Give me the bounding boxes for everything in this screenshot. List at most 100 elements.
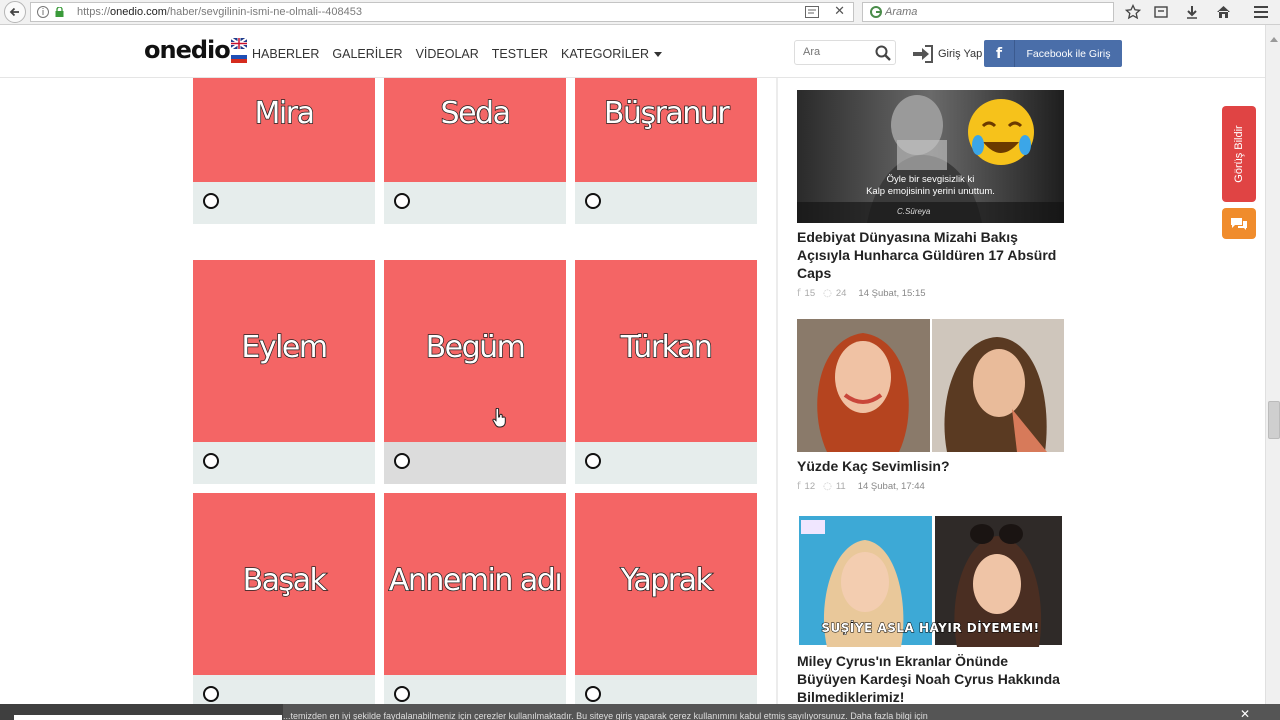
cookie-bar-input-strip bbox=[14, 715, 282, 720]
library-icon[interactable] bbox=[1152, 3, 1170, 21]
cookie-notice-text: ...temizden en iyi şekilde faydalanabilm… bbox=[283, 711, 928, 720]
article-title[interactable]: Yüzde Kaç Sevimlisin? bbox=[797, 457, 1064, 475]
option-tile[interactable]: Annemin adı bbox=[384, 493, 566, 675]
radio-button[interactable] bbox=[585, 453, 601, 469]
scroll-up-arrow-icon[interactable] bbox=[1270, 37, 1278, 42]
article-thumbnail[interactable]: Öyle bir sevgisizlik ki Kalp emojisinin … bbox=[797, 90, 1064, 223]
article-date: 14 Şubat, 17:44 bbox=[857, 481, 925, 492]
option-tile[interactable]: Mira bbox=[193, 78, 375, 182]
article-meta: f 15 ◌ 24 14 Şubat, 15:15 bbox=[797, 288, 1064, 299]
bookmark-star-icon[interactable] bbox=[1124, 3, 1142, 21]
article-title[interactable]: Edebiyat Dünyasına Mizahi Bakış Açısıyla… bbox=[797, 228, 1064, 282]
nav-item-haberler[interactable]: HABERLER bbox=[252, 47, 319, 61]
main-nav: HABERLER GALERİLER VİDEOLAR TESTLER KATE… bbox=[252, 47, 675, 61]
option-select-row[interactable] bbox=[384, 442, 566, 484]
lock-icon bbox=[55, 7, 64, 17]
site-logo[interactable]: onedio bbox=[144, 36, 231, 64]
quiz-option[interactable]: Begüm bbox=[384, 260, 566, 484]
option-tile[interactable]: Büşranur bbox=[575, 78, 757, 182]
facebook-share-icon[interactable]: f bbox=[797, 288, 801, 299]
radio-button[interactable] bbox=[203, 686, 219, 702]
portrait-photos-image bbox=[797, 319, 1064, 452]
facebook-share-count: 15 bbox=[804, 288, 816, 299]
scrollbar-thumb[interactable] bbox=[1268, 401, 1280, 439]
back-arrow-icon[interactable] bbox=[4, 1, 26, 23]
option-select-row[interactable] bbox=[575, 182, 757, 224]
radio-button[interactable] bbox=[203, 193, 219, 209]
sidebar-article[interactable]: Öyle bir sevgisizlik ki Kalp emojisinin … bbox=[797, 90, 1064, 299]
radio-button[interactable] bbox=[394, 193, 410, 209]
cookie-notice-bar: ...temizden en iyi şekilde faydalanabilm… bbox=[0, 704, 1280, 720]
article-date: 14 Şubat, 15:15 bbox=[858, 288, 926, 299]
nav-item-videolar[interactable]: VİDEOLAR bbox=[416, 47, 479, 61]
quiz-option[interactable]: Başak bbox=[193, 493, 375, 704]
option-select-row[interactable] bbox=[384, 182, 566, 224]
quiz-option[interactable]: Annemin adı bbox=[384, 493, 566, 704]
caption-signature: C.Süreya bbox=[897, 207, 931, 216]
article-thumbnail[interactable] bbox=[797, 319, 1064, 452]
caption-line-2: Kalp emojisinin yerini unuttum. bbox=[866, 186, 995, 197]
hand-cursor-icon bbox=[492, 408, 506, 428]
quiz-option[interactable]: Büşranur bbox=[575, 78, 757, 224]
facebook-login-button[interactable]: f Facebook ile Giriş bbox=[984, 40, 1122, 67]
option-select-row[interactable] bbox=[193, 182, 375, 224]
option-select-row[interactable] bbox=[193, 442, 375, 484]
article-thumbnail[interactable]: SUŞİYE ASLA HAYIR DİYEMEM! bbox=[797, 514, 1064, 647]
sidebar-article[interactable]: SUŞİYE ASLA HAYIR DİYEMEM! Miley Cyrus'ı… bbox=[797, 514, 1064, 706]
page-scrollbar[interactable] bbox=[1265, 25, 1280, 705]
whatsapp-share-icon[interactable]: ◌ bbox=[823, 481, 832, 492]
facebook-login-label: Facebook ile Giriş bbox=[1026, 47, 1111, 60]
option-name: Türkan bbox=[620, 329, 714, 366]
radio-button[interactable] bbox=[203, 453, 219, 469]
option-tile[interactable]: Seda bbox=[384, 78, 566, 182]
login-link[interactable]: Giriş Yap bbox=[912, 45, 982, 63]
facebook-share-count: 12 bbox=[804, 481, 816, 492]
feedback-label: Görüş Bildir bbox=[1233, 125, 1245, 183]
radio-button[interactable] bbox=[394, 686, 410, 702]
sidebar-article[interactable]: Yüzde Kaç Sevimlisin? f 12 ◌ 11 14 Şubat… bbox=[797, 319, 1064, 492]
quiz-option[interactable]: Türkan bbox=[575, 260, 757, 484]
option-select-row[interactable] bbox=[193, 675, 375, 704]
option-tile[interactable]: Yaprak bbox=[575, 493, 757, 675]
facebook-share-icon[interactable]: f bbox=[797, 481, 801, 492]
option-tile[interactable]: Eylem bbox=[193, 260, 375, 442]
close-icon[interactable]: ✕ bbox=[1240, 707, 1250, 720]
quiz-option[interactable]: Yaprak bbox=[575, 493, 757, 704]
reader-view-icon[interactable] bbox=[805, 6, 819, 18]
nav-item-testler[interactable]: TESTLER bbox=[492, 47, 548, 61]
option-name: Başak bbox=[242, 562, 328, 599]
quiz-option[interactable]: Mira bbox=[193, 78, 375, 224]
search-icon[interactable] bbox=[875, 45, 891, 61]
cookie-bar-left-panel bbox=[0, 704, 283, 720]
quiz-options-grid: Mira Seda Büşranur Eylem Begüm Türkan Ba… bbox=[193, 78, 758, 704]
option-select-row[interactable] bbox=[384, 675, 566, 704]
article-title[interactable]: Miley Cyrus'ın Ekranlar Önünde Büyüyen K… bbox=[797, 652, 1064, 706]
option-tile[interactable]: Türkan bbox=[575, 260, 757, 442]
nav-item-kategoriler[interactable]: KATEGORİLER bbox=[561, 47, 663, 61]
chat-button[interactable] bbox=[1222, 208, 1256, 239]
whatsapp-share-icon[interactable]: ◌ bbox=[823, 288, 832, 299]
option-name: Annemin adı bbox=[388, 562, 563, 599]
site-search-input[interactable] bbox=[803, 41, 873, 62]
quiz-option[interactable]: Eylem bbox=[193, 260, 375, 484]
browser-search-input[interactable] bbox=[885, 5, 1085, 19]
option-tile[interactable]: Başak bbox=[193, 493, 375, 675]
browser-search-bar[interactable] bbox=[862, 2, 1114, 22]
language-flags-icon[interactable] bbox=[231, 38, 247, 64]
article-meta: f 12 ◌ 11 14 Şubat, 17:44 bbox=[797, 481, 1064, 492]
option-tile[interactable]: Begüm bbox=[384, 260, 566, 442]
option-select-row[interactable] bbox=[575, 675, 757, 704]
radio-button[interactable] bbox=[394, 453, 410, 469]
address-bar[interactable]: i https://onedio.com/haber/sevgilinin-is… bbox=[30, 2, 854, 22]
home-icon[interactable] bbox=[1214, 3, 1232, 21]
radio-button[interactable] bbox=[585, 686, 601, 702]
download-icon[interactable] bbox=[1183, 3, 1201, 21]
feedback-button[interactable]: Görüş Bildir bbox=[1222, 106, 1256, 202]
nav-item-galeriler[interactable]: GALERİLER bbox=[332, 47, 402, 61]
quiz-option[interactable]: Seda bbox=[384, 78, 566, 224]
option-select-row[interactable] bbox=[575, 442, 757, 484]
info-icon[interactable]: i bbox=[37, 6, 49, 18]
close-icon[interactable]: ✕ bbox=[834, 4, 845, 19]
menu-icon[interactable] bbox=[1252, 3, 1270, 21]
radio-button[interactable] bbox=[585, 193, 601, 209]
